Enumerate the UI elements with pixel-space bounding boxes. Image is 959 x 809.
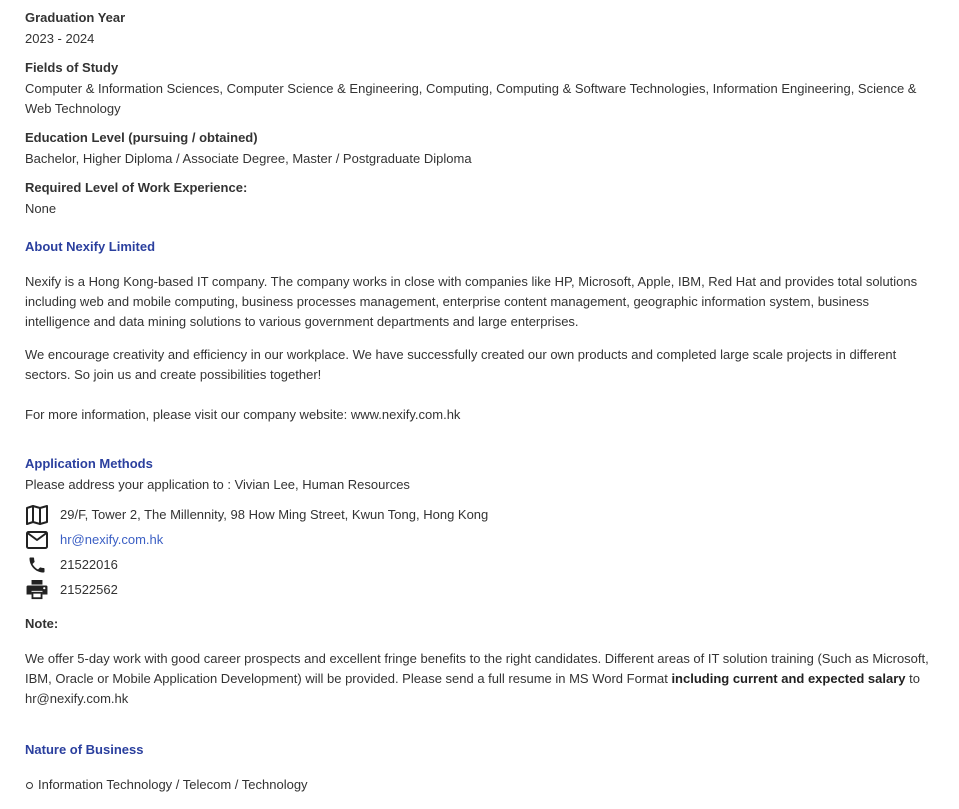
- education-label: Education Level (pursuing / obtained): [25, 130, 258, 145]
- graduation-value: 2023 - 2024: [25, 31, 95, 46]
- note-label: Note:: [25, 616, 59, 631]
- contact-fax-text: 21522562: [60, 581, 118, 597]
- experience-label: Required Level of Work Experience:: [25, 180, 248, 195]
- about-paragraph-1: Nexify is a Hong Kong-based IT company. …: [25, 274, 918, 329]
- contact-phone: 21522016: [25, 552, 488, 577]
- map-icon: [25, 503, 49, 527]
- fields-label: Fields of Study: [25, 60, 119, 75]
- contact-address-text: 29/F, Tower 2, The Millennity, 98 How Mi…: [60, 506, 489, 522]
- application-title: Application Methods: [25, 456, 153, 471]
- experience-section: Required Level of Work Experience: None: [25, 178, 247, 219]
- graduation-section: Graduation Year 2023 - 2024: [25, 8, 125, 49]
- contact-email: hr@nexify.com.hk: [25, 527, 488, 552]
- fields-section: Fields of Study Computer & Information S…: [25, 58, 937, 119]
- note-text-bold: including current and expected salary: [671, 671, 906, 686]
- list-item: Information Technology / Telecom / Techn…: [26, 775, 308, 795]
- business-list: Information Technology / Telecom / Techn…: [25, 775, 308, 795]
- phone-icon: [25, 553, 49, 577]
- about-paragraph-2: We encourage creativity and efficiency i…: [25, 347, 897, 382]
- experience-value: None: [25, 201, 57, 216]
- education-section: Education Level (pursuing / obtained) Ba…: [25, 128, 472, 169]
- education-value: Bachelor, Higher Diploma / Associate Deg…: [25, 151, 472, 166]
- fax-icon: [25, 578, 49, 602]
- contact-phone-text: 21522016: [60, 556, 118, 572]
- contact-fax: 21522562: [25, 577, 488, 602]
- contact-address: 29/F, Tower 2, The Millennity, 98 How Mi…: [25, 502, 488, 527]
- fields-value: Computer & Information Sciences, Compute…: [25, 81, 917, 116]
- note-text: We offer 5-day work with good career pro…: [25, 649, 937, 709]
- contact-email-link[interactable]: hr@nexify.com.hk: [60, 530, 163, 550]
- about-title: About Nexify Limited: [25, 239, 156, 254]
- application-address-to: Please address your application to : Viv…: [25, 477, 410, 492]
- mail-icon: [25, 528, 49, 552]
- about-paragraph-3: For more information, please visit our c…: [25, 407, 461, 422]
- contact-list: 29/F, Tower 2, The Millennity, 98 How Mi…: [25, 502, 488, 602]
- graduation-label: Graduation Year: [25, 10, 126, 25]
- business-title: Nature of Business: [25, 742, 144, 757]
